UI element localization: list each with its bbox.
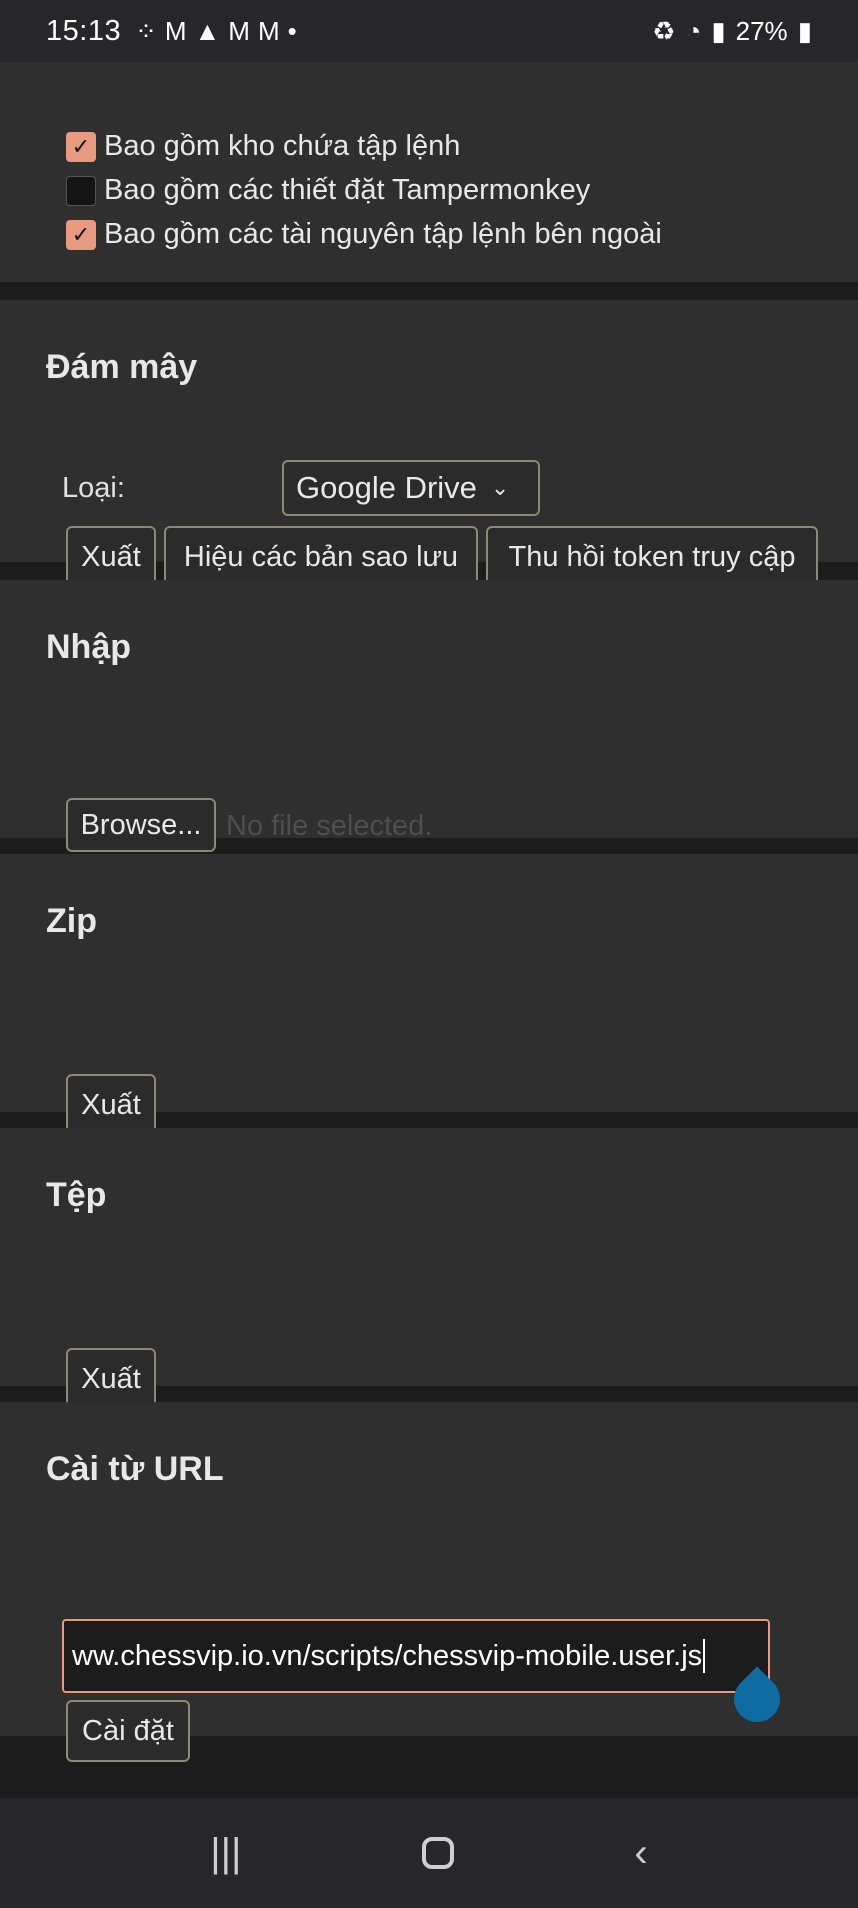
back-icon[interactable]: ‹ [634,1831,647,1876]
option-label: Bao gồm các tài nguyên tập lệnh bên ngoà… [104,218,662,250]
battery-percent: 27% [735,15,788,46]
navigation-bar: ||| ‹ [0,1798,858,1908]
checkbox-checked-icon[interactable]: ✓ [66,131,96,162]
recent-apps-icon[interactable]: ||| [210,1831,241,1876]
cloud-type-select[interactable]: Google Drive ⌄ [282,460,540,516]
file-export-button[interactable]: Xuất [66,1348,156,1410]
app-icon: ⁘ [135,16,157,46]
install-button[interactable]: Cài đặt [66,1700,190,1762]
url-input[interactable]: ww.chessvip.io.vn/scripts/chessvip-mobil… [62,1619,770,1693]
gmail-icon: M [257,16,280,46]
chevron-down-icon: ⌄ [490,475,510,500]
system-icons: ♻ ◔ ▮ 27% ▮ [652,16,812,47]
show-backups-button[interactable]: Hiệu các bản sao lưu [164,526,478,588]
cloud-title: Đám mây [46,348,198,386]
cloud-panel [0,300,858,562]
text-caret [703,1639,706,1673]
browse-button[interactable]: Browse... [66,798,216,852]
revoke-token-button[interactable]: Thu hồi token truy cập [486,526,818,588]
option-include-resources[interactable]: ✓ Bao gồm các tài nguyên tập lệnh bên ng… [66,218,662,251]
cloud-type-value: Google Drive [296,470,477,505]
cloud-type-label: Loại: [62,472,125,504]
import-title: Nhập [46,628,131,666]
gmail-icon: M [164,16,187,46]
page-content: ✓ Bao gồm kho chứa tập lệnh Bao gồm các … [0,62,858,1798]
signal-icon: ▮ [711,15,726,46]
option-label: Bao gồm kho chứa tập lệnh [104,130,461,162]
checkbox-unchecked-icon[interactable] [66,175,96,206]
gmail-icon: M [228,16,250,46]
install-url-title: Cài từ URL [46,1450,224,1488]
checkbox-checked-icon[interactable]: ✓ [66,219,96,250]
option-include-settings[interactable]: Bao gồm các thiết đặt Tampermonkey [66,174,590,207]
wifi-icon: ◔ [685,15,702,46]
url-input-value: ww.chessvip.io.vn/scripts/chessvip-mobil… [72,1639,703,1672]
battery-icon: ▮ [797,15,812,46]
zip-title: Zip [46,902,97,940]
battery-saver-icon: ♻ [652,15,676,46]
option-include-scripts[interactable]: ✓ Bao gồm kho chứa tập lệnh [66,130,460,163]
cloud-export-button[interactable]: Xuất [66,526,156,588]
clock: 15:13 [46,14,122,47]
status-bar: 15:13 ⁘ M ▲ M M • ♻ ◔ ▮ 27% ▮ [0,0,858,62]
dot-icon: • [287,16,297,46]
warning-icon: ▲ [194,16,221,46]
no-file-text: No file selected. [226,810,433,842]
home-icon[interactable] [421,1837,454,1869]
zip-export-button[interactable]: Xuất [66,1074,156,1136]
file-title: Tệp [46,1176,107,1214]
option-label: Bao gồm các thiết đặt Tampermonkey [104,174,591,206]
notification-icons: ⁘ M ▲ M M • [135,18,297,44]
